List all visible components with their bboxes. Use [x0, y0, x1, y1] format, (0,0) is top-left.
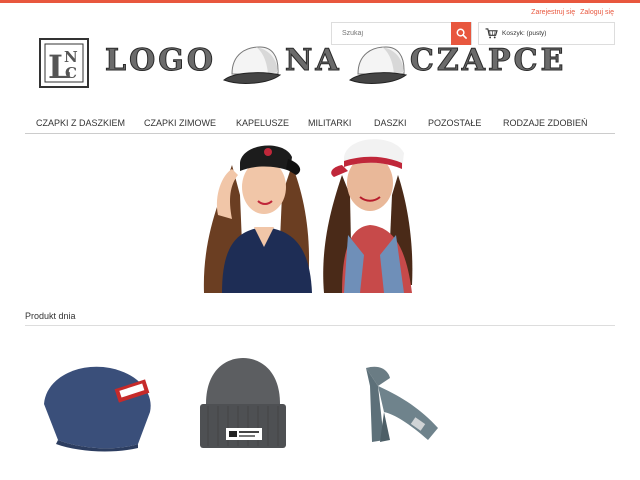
section-divider [25, 325, 615, 326]
product-image [44, 366, 151, 452]
nav-item-rodzaje-zdobien[interactable]: RODZAJE ZDOBIEŃ [503, 118, 588, 128]
nav-item-pozostale[interactable]: POZOSTAŁE [428, 118, 481, 128]
search-box [331, 22, 472, 45]
nav-item-militarki[interactable]: MILITARKI [308, 118, 351, 128]
nav-item-kapelusze[interactable]: KAPELUSZE [236, 118, 289, 128]
product-image [366, 366, 438, 442]
login-link[interactable]: Zaloguj się [580, 9, 614, 16]
product-card[interactable] [360, 362, 442, 449]
top-accent-bar [0, 0, 640, 3]
model-right [323, 139, 413, 293]
nav-item-czapki-z-daszkiem[interactable]: CZAPKI Z DASZKIEM [36, 118, 125, 128]
nav-item-czapki-zimowe[interactable]: CZAPKI ZIMOWE [144, 118, 216, 128]
logo-word-3: CZAPCE [409, 43, 567, 78]
account-links: Zarejestruj się Zaloguj się [531, 9, 614, 16]
nav-item-daszki[interactable]: DASZKI [374, 118, 407, 128]
svg-text:C: C [65, 64, 77, 82]
search-button[interactable] [451, 22, 471, 45]
cap-icon [348, 46, 408, 84]
hero-banner[interactable] [192, 135, 435, 293]
register-link[interactable]: Zarejestruj się [531, 9, 575, 16]
main-nav: CZAPKI Z DASZKIEM CZAPKI ZIMOWE KAPELUSZ… [25, 114, 615, 134]
section-title: Produkt dnia [25, 311, 76, 321]
product-card[interactable] [196, 356, 290, 457]
model-left [203, 145, 312, 293]
cart-icon [485, 28, 498, 39]
search-input[interactable] [332, 23, 452, 44]
search-icon [456, 28, 467, 39]
product-card[interactable] [38, 360, 160, 457]
logo-mark[interactable]: L N C [39, 38, 89, 93]
logo-word-1: LOGO [105, 43, 216, 78]
cart-button[interactable]: Koszyk: (pusty) [478, 22, 615, 45]
product-image [200, 358, 286, 448]
logo-word-2: NA [285, 43, 342, 78]
cap-icon [222, 46, 282, 84]
cart-label: Koszyk: (pusty) [502, 30, 547, 37]
